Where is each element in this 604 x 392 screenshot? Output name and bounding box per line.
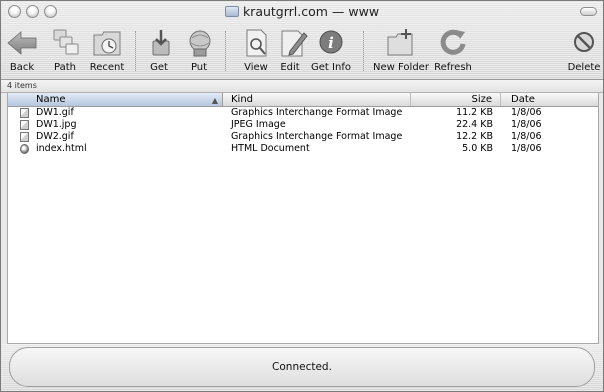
toolbar-separator [135,31,136,71]
image-file-icon [20,108,29,118]
info-icon: i [319,30,343,54]
refresh-button[interactable]: Refresh [433,27,473,75]
file-name: DW1.jpg [36,119,77,130]
column-header-name[interactable]: Name ▲ [8,93,223,106]
item-count: 4 items [7,81,37,90]
folder-icon [224,6,239,17]
file-rows: DW1.gif Graphics Interchange Format Imag… [8,107,598,155]
back-button[interactable]: Back [5,27,39,75]
table-row[interactable]: index.html HTML Document 5.0 KB 1/8/06 [8,143,598,155]
sort-up-icon: ▲ [211,96,218,105]
delete-icon [574,32,594,52]
toolbar-separator [225,31,226,71]
file-date: 1/8/06 [511,131,542,142]
table-row[interactable]: DW2.gif Graphics Interchange Format Imag… [8,131,598,143]
view-icon [246,29,267,57]
title-bar: krautgrrl.com — www [1,1,603,23]
item-count-bar: 4 items [1,80,603,93]
file-kind: Graphics Interchange Format Image [231,107,403,118]
put-icon [189,30,211,57]
html-file-icon [20,144,29,154]
window-title: krautgrrl.com — www [1,4,603,19]
file-kind: Graphics Interchange Format Image [231,131,403,142]
list-header: Name ▲ Kind Size Date [8,93,598,107]
file-name: index.html [36,143,87,154]
window-chrome: krautgrrl.com — www Back Path Recent Get… [1,1,603,80]
status-bar: Connected. [1,344,603,391]
file-date: 1/8/06 [511,143,542,154]
file-kind: HTML Document [231,143,310,154]
delete-button[interactable]: Delete [567,27,601,75]
toolbar-separator [363,31,364,71]
file-list: Name ▲ Kind Size Date DW1.gif Graphics I… [7,93,599,344]
path-button[interactable]: Path [47,27,83,75]
recent-icon [93,31,121,56]
column-header-kind[interactable]: Kind [223,93,411,106]
new-folder-icon [387,29,413,56]
file-date: 1/8/06 [511,107,542,118]
new-folder-button[interactable]: New Folder [373,27,429,75]
get-button[interactable]: Get [144,27,174,75]
path-icon [53,29,79,55]
view-button[interactable]: View [239,27,273,75]
file-name: DW1.gif [36,107,74,118]
file-size: 22.4 KB [456,119,493,130]
put-button[interactable]: Put [183,27,215,75]
column-header-size[interactable]: Size [411,93,501,106]
toolbar: Back Path Recent Get Put View Edit i Get… [1,23,603,79]
table-row[interactable]: DW1.gif Graphics Interchange Format Imag… [8,107,598,119]
image-file-icon [20,132,29,142]
column-header-date[interactable]: Date [501,93,598,106]
get-info-button[interactable]: i Get Info [309,27,353,75]
image-file-icon [20,120,29,130]
refresh-icon [440,29,466,55]
edit-button[interactable]: Edit [276,27,308,75]
browser-window: krautgrrl.com — www Back Path Recent Get… [0,0,604,392]
edit-icon [281,30,308,57]
connection-status: Connected. [9,347,595,387]
file-size: 12.2 KB [456,131,493,142]
file-size: 5.0 KB [462,143,493,154]
table-row[interactable]: DW1.jpg JPEG Image 22.4 KB 1/8/06 [8,119,598,131]
svg-text:i: i [328,34,334,52]
file-date: 1/8/06 [511,119,542,130]
recent-button[interactable]: Recent [87,27,127,75]
file-name: DW2.gif [36,131,74,142]
file-size: 11.2 KB [456,107,493,118]
back-arrow-icon [7,31,37,55]
toolbar-toggle-button[interactable] [580,7,597,16]
file-kind: JPEG Image [231,119,286,130]
get-icon [152,30,170,56]
